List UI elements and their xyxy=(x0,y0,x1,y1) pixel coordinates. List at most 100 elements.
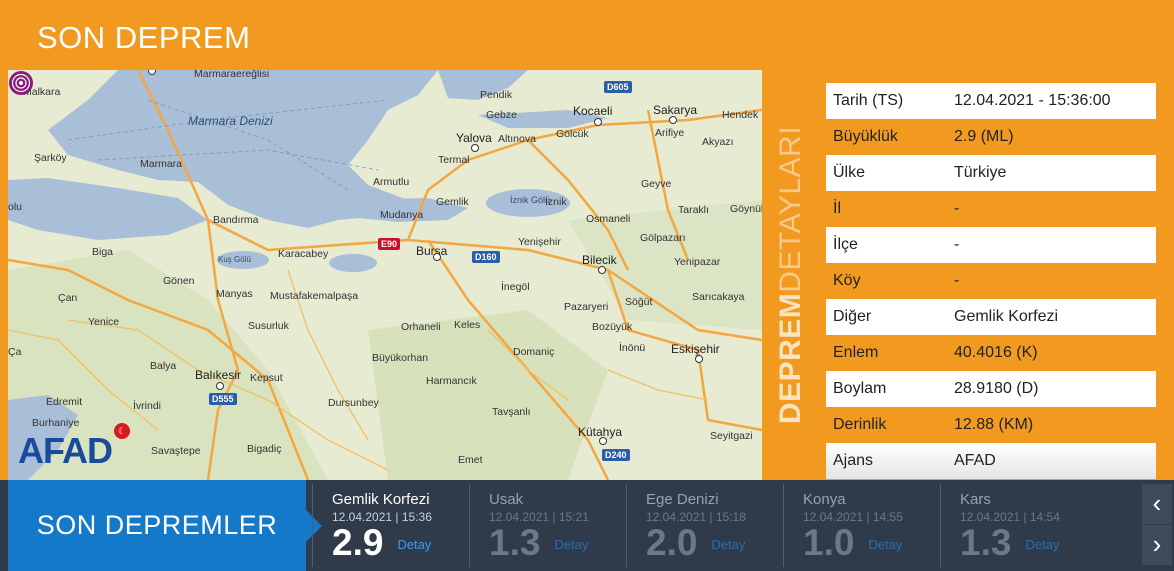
city-label: İvrindi xyxy=(133,400,162,412)
details-value: AFAD xyxy=(954,452,996,469)
city-label: Susurluk xyxy=(248,320,289,332)
details-row: Tarih (TS) 12.04.2021 - 15:36:00 xyxy=(826,83,1156,119)
details-row: Ülke Türkiye xyxy=(826,155,1156,191)
details-key: Derinlik xyxy=(833,416,887,433)
detail-link[interactable]: Detay xyxy=(397,537,431,552)
city-label: İznik xyxy=(545,196,567,208)
details-value: Gemlik Korfezi xyxy=(954,308,1059,325)
details-value: 28.9180 (D) xyxy=(954,380,1039,397)
city-marker xyxy=(695,355,703,363)
recent-quake-item[interactable]: Kars 12.04.2021 | 14:54 1.3 Detay xyxy=(940,480,1096,571)
details-key: Ülke xyxy=(833,164,866,181)
recent-quake-item-selected[interactable]: Gemlik Korfezi 12.04.2021 | 15:36 2.9 Det… xyxy=(312,480,468,571)
quake-magnitude: 1.3 xyxy=(960,522,1012,563)
details-title-light: DETAYLARI xyxy=(774,125,807,293)
city-label: Armutlu xyxy=(373,176,410,188)
earthquake-map[interactable]: Marmara Denizi İznik Gölü Kuş Gölü Malka… xyxy=(8,70,762,480)
city-label: Keles xyxy=(454,319,481,331)
details-row: Enlem 40.4016 (K) xyxy=(826,335,1156,371)
city-label: Çan xyxy=(58,292,78,304)
city-label: Yalova xyxy=(456,131,492,145)
details-row: Diğer Gemlik Korfezi xyxy=(826,299,1156,335)
road-sign: D555 xyxy=(209,393,237,405)
quake-place: Kars xyxy=(960,491,991,508)
city-label: Hendek xyxy=(722,109,759,121)
city-label: Mudanya xyxy=(380,209,424,221)
details-key: Enlem xyxy=(833,344,879,361)
city-label: Harmancık xyxy=(426,375,477,387)
quake-place: Ege Denizi xyxy=(646,491,719,508)
city-label: Yenişehir xyxy=(518,236,561,248)
details-value: 40.4016 (K) xyxy=(954,344,1038,361)
map-base xyxy=(8,70,762,480)
city-label: Sakarya xyxy=(653,103,698,117)
city-label: Geyve xyxy=(641,178,672,190)
city-label: Bursa xyxy=(416,244,448,258)
next-arrow-button[interactable]: › xyxy=(1142,525,1172,565)
details-title: DEPREMDETAYLARI xyxy=(774,80,807,470)
city-marker xyxy=(599,437,607,445)
earthquake-epicenter-icon[interactable] xyxy=(8,70,34,96)
city-marker xyxy=(594,118,602,126)
detail-link[interactable]: Detay xyxy=(554,537,588,552)
city-marker xyxy=(471,144,479,152)
city-label: Bigadiç xyxy=(247,443,282,455)
divider xyxy=(783,484,784,567)
details-row: İl - xyxy=(826,191,1156,227)
city-label: Akyazı xyxy=(702,136,734,148)
city-label: Gönen xyxy=(163,275,195,287)
detail-link[interactable]: Detay xyxy=(1025,537,1059,552)
city-label: Şarköy xyxy=(34,152,67,164)
details-table: Tarih (TS) 12.04.2021 - 15:36:00 Büyüklük… xyxy=(826,83,1156,479)
city-marker xyxy=(216,382,224,390)
city-label: Manyas xyxy=(216,288,253,300)
turkish-flag-icon: ☾ xyxy=(114,423,130,439)
details-row: Ajans AFAD xyxy=(826,443,1156,479)
road-sign: E90 xyxy=(378,238,401,250)
city-label: İnönü xyxy=(619,342,646,354)
details-row: Boylam 28.9180 (D) xyxy=(826,371,1156,407)
city-label: Ça xyxy=(8,346,22,358)
quake-magnitude: 2.9 xyxy=(332,522,384,563)
city-label: Savaştepe xyxy=(151,445,201,457)
sea-label: Marmara Denizi xyxy=(188,114,273,128)
city-label: Gölcük xyxy=(556,128,589,140)
city-label: Göynük xyxy=(730,203,762,215)
page-title: SON DEPREM xyxy=(37,20,251,55)
city-label: Domaniç xyxy=(513,346,555,358)
details-key: Boylam xyxy=(833,380,887,397)
divider xyxy=(469,484,470,567)
city-label: Biga xyxy=(92,246,114,258)
city-label: Taraklı xyxy=(678,204,709,216)
city-label: olu xyxy=(8,201,23,213)
city-label: Mustafakemalpaşa xyxy=(270,290,359,302)
divider xyxy=(940,484,941,567)
city-label: Bilecik xyxy=(582,253,617,267)
details-key: Ajans xyxy=(833,452,874,469)
quake-magnitude: 1.3 xyxy=(489,522,541,563)
city-label: Yenice xyxy=(88,316,120,328)
details-value: 12.04.2021 - 15:36:00 xyxy=(954,92,1111,109)
recent-quake-item[interactable]: Ege Denizi 12.04.2021 | 15:18 2.0 Detay xyxy=(626,480,782,571)
details-title-bold: DEPREM xyxy=(774,292,807,425)
recent-quake-item[interactable]: Usak 12.04.2021 | 15:21 1.3 Detay xyxy=(469,480,625,571)
city-marker xyxy=(598,266,606,274)
details-row: Derinlik 12.88 (KM) xyxy=(826,407,1156,443)
detail-link[interactable]: Detay xyxy=(868,537,902,552)
city-label: Balıkesir xyxy=(195,368,242,382)
city-label: Seyitgazi xyxy=(710,430,753,442)
recent-quake-item[interactable]: Konya 12.04.2021 | 14:55 1.0 Detay xyxy=(783,480,939,571)
quake-place: Konya xyxy=(803,491,846,508)
quake-magnitude: 2.0 xyxy=(646,522,698,563)
city-label: Yenipazar xyxy=(674,256,721,268)
city-marker xyxy=(433,253,441,261)
city-label: Emet xyxy=(458,454,483,466)
details-value: 2.9 (ML) xyxy=(954,128,1014,145)
road-sign: D240 xyxy=(602,449,630,461)
city-label: İnegöl xyxy=(501,281,530,293)
city-label: Tavşanlı xyxy=(492,406,531,418)
city-label: Gölpazarı xyxy=(640,232,686,244)
previous-arrow-button[interactable]: ‹ xyxy=(1142,484,1172,524)
detail-link[interactable]: Detay xyxy=(711,537,745,552)
road-sign: D605 xyxy=(604,81,632,93)
